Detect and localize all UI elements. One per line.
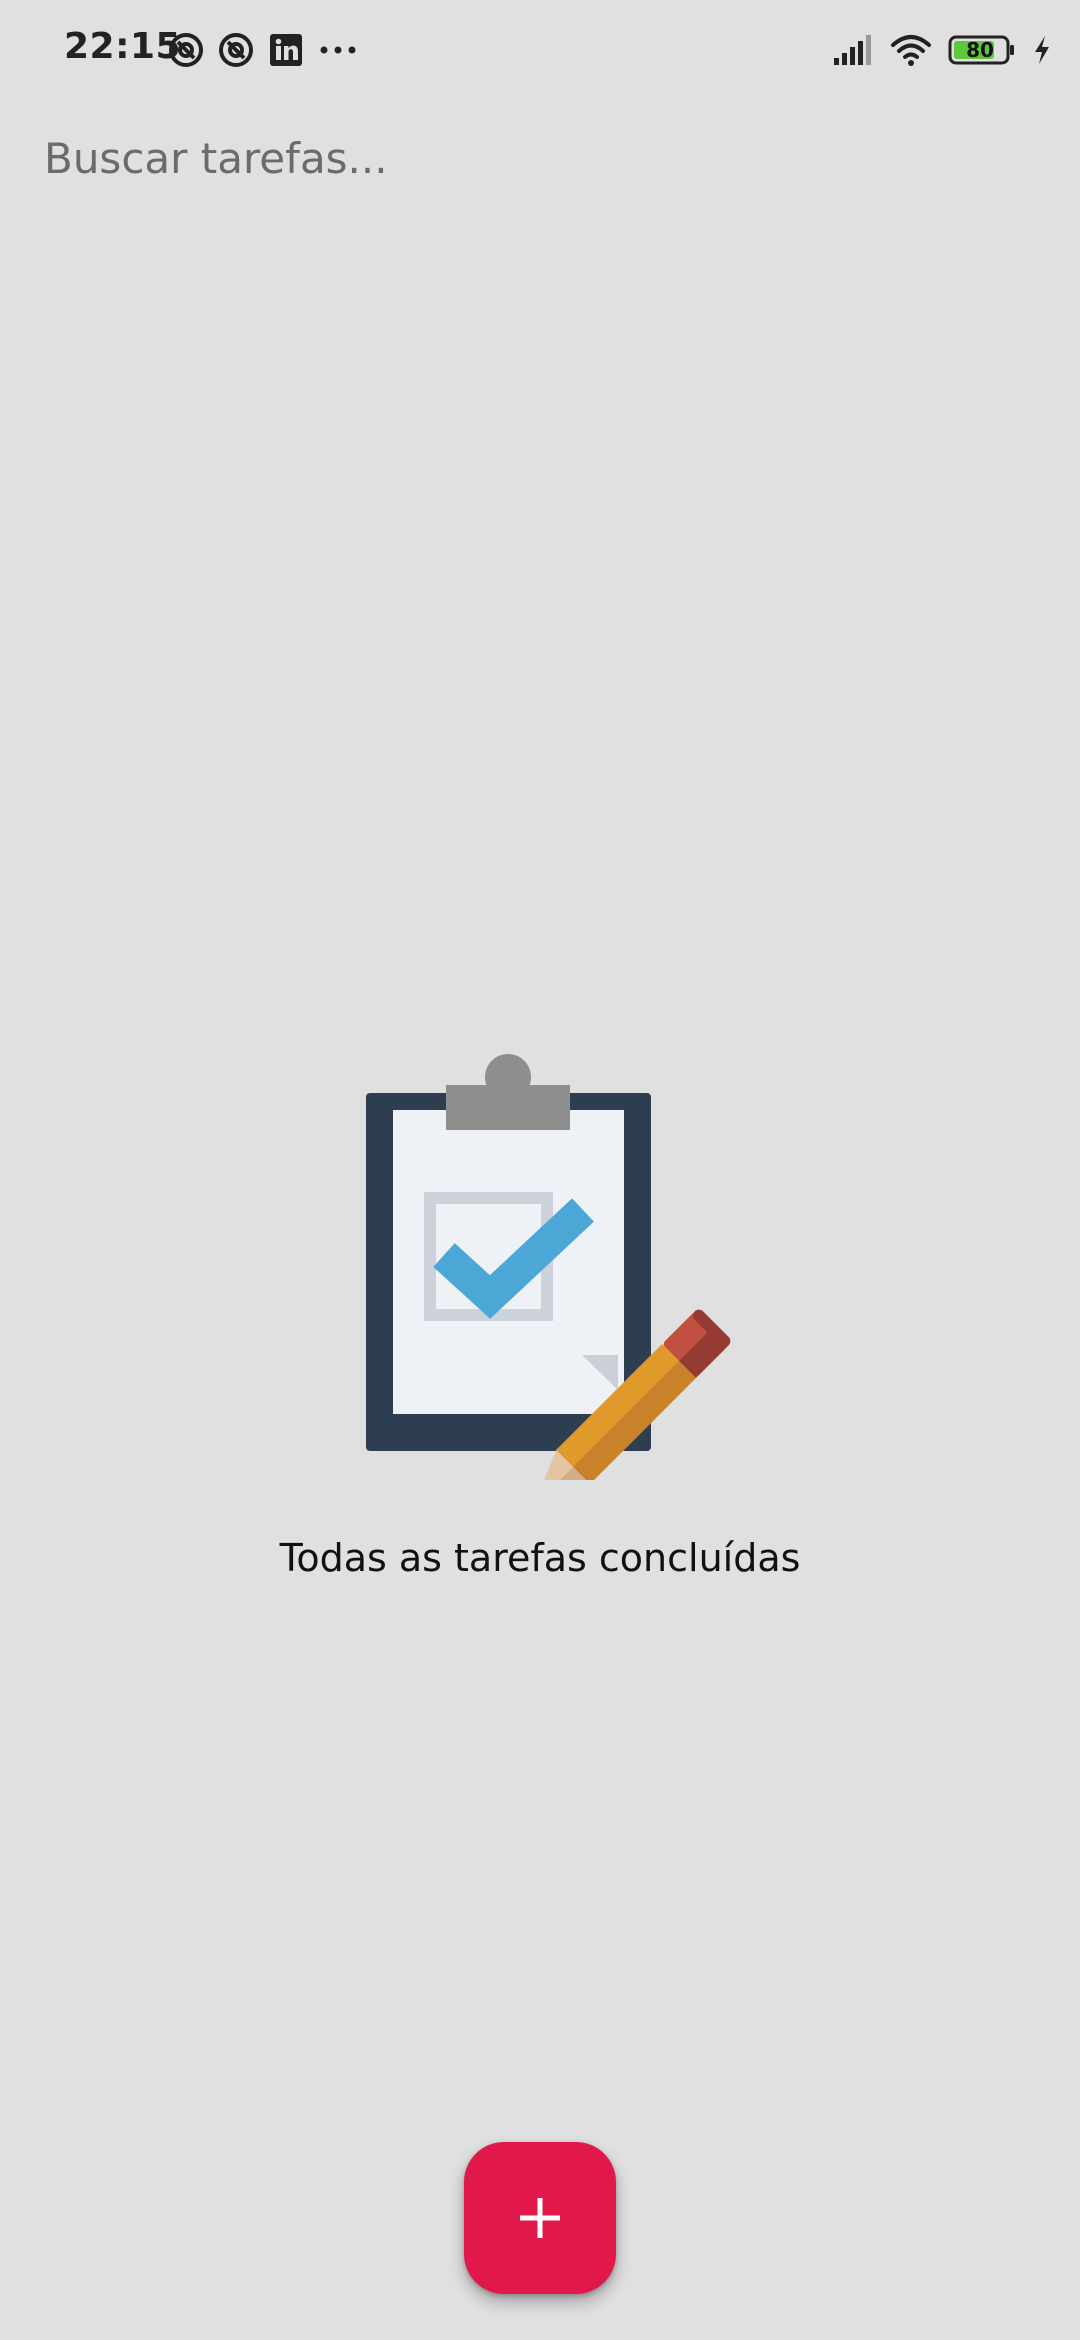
status-bar: 22:15 80 (0, 0, 1080, 100)
status-time: 22:15 (64, 26, 182, 67)
status-system-icons: 80 (832, 30, 1052, 70)
add-task-button[interactable] (464, 2142, 616, 2294)
linkedin-icon (268, 32, 304, 68)
notification-icon (168, 32, 204, 68)
notification-icon (218, 32, 254, 68)
more-dots-icon (318, 32, 358, 68)
charging-icon (1032, 34, 1052, 66)
empty-state-illustration (360, 1050, 760, 1527)
battery-level-text: 80 (966, 38, 994, 62)
wifi-icon (890, 32, 932, 68)
plus-icon (516, 2194, 564, 2242)
app-screen: 22:15 80 Buscar tarefas... Todas as tare… (0, 0, 1080, 2340)
battery-icon: 80 (948, 34, 1016, 66)
status-notification-icons (168, 30, 358, 70)
empty-state-message: Todas as tarefas concluídas (279, 1536, 801, 1580)
clipboard-clip (446, 1085, 570, 1130)
signal-icon (832, 32, 874, 68)
search-input[interactable] (44, 128, 1034, 188)
